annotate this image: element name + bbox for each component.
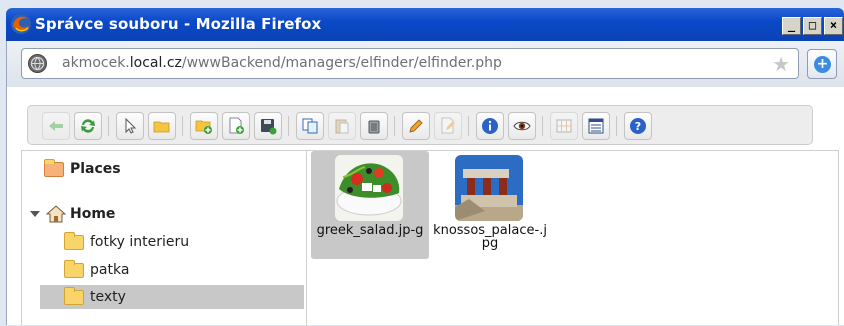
info-button[interactable] bbox=[476, 112, 504, 140]
tree-item-places[interactable]: Places bbox=[44, 157, 121, 181]
new-folder-icon bbox=[195, 120, 212, 134]
rename-button[interactable] bbox=[402, 112, 430, 140]
reload-icon bbox=[81, 119, 95, 133]
maximize-button[interactable]: □ bbox=[803, 17, 822, 35]
home-icon bbox=[46, 205, 66, 223]
list-view-button[interactable] bbox=[582, 112, 610, 140]
cursor-icon bbox=[125, 117, 137, 134]
greek-salad-thumbnail bbox=[335, 155, 403, 221]
eye-icon bbox=[513, 121, 531, 131]
copy-icon bbox=[302, 118, 318, 134]
url-input[interactable]: akmocek.local.cz/wwwBackend/managers/elf… bbox=[21, 48, 799, 79]
list-view-icon bbox=[588, 118, 604, 134]
delete-icon bbox=[368, 120, 380, 134]
tree-item-home[interactable]: Home bbox=[30, 202, 115, 226]
tree-item-patka[interactable]: patka bbox=[64, 258, 129, 282]
paste-button[interactable] bbox=[328, 112, 356, 140]
new-folder-button[interactable] bbox=[190, 112, 218, 140]
file-name: knossos_palace-.jpg bbox=[433, 223, 547, 251]
tree-item-fotky-interieru[interactable]: fotky interieru bbox=[64, 230, 189, 254]
file-name: greek_salad.jp-g bbox=[316, 223, 424, 238]
icons-view-icon bbox=[556, 119, 572, 133]
open-folder-icon bbox=[153, 121, 170, 133]
help-icon: ? bbox=[630, 118, 646, 134]
elfinder-toolbar: ? bbox=[27, 105, 813, 145]
edit-button[interactable] bbox=[434, 112, 462, 140]
new-file-icon bbox=[229, 117, 244, 134]
folder-label: texty bbox=[90, 289, 126, 305]
back-button[interactable] bbox=[42, 112, 70, 140]
knossos-palace-thumbnail bbox=[455, 155, 523, 221]
folder-icon bbox=[64, 259, 84, 278]
page-content: ? Places Home fotky interieru patka text… bbox=[6, 87, 844, 326]
icons-view-button[interactable] bbox=[550, 112, 578, 140]
save-icon bbox=[261, 119, 277, 135]
svg-text:?: ? bbox=[635, 120, 641, 133]
globe-icon[interactable] bbox=[28, 54, 47, 73]
file-item-knossos-palace[interactable]: knossos_palace-.jpg bbox=[431, 151, 549, 259]
close-button[interactable]: × bbox=[824, 17, 843, 35]
pencil-icon bbox=[409, 119, 423, 133]
search-engine-button[interactable]: + bbox=[807, 49, 837, 79]
minimize-button[interactable]: _ bbox=[782, 17, 801, 35]
places-folder-icon bbox=[44, 158, 64, 177]
file-item-greek-salad[interactable]: greek_salad.jp-g bbox=[311, 151, 429, 259]
upload-button[interactable] bbox=[254, 112, 282, 140]
file-grid: greek_salad.jp-g knossos_palace-.jpg bbox=[307, 151, 839, 326]
preview-button[interactable] bbox=[508, 112, 536, 140]
folder-tree: Places Home fotky interieru patka texty bbox=[22, 151, 307, 326]
url-prefix: akmocek. bbox=[62, 55, 130, 71]
bookmark-star-icon[interactable]: ★ bbox=[772, 52, 790, 76]
search-engine-icon: + bbox=[814, 56, 831, 73]
places-label: Places bbox=[70, 161, 121, 177]
url-path: /wwwBackend/managers/elfinder/elfinder.p… bbox=[181, 55, 502, 71]
folder-label: fotky interieru bbox=[90, 234, 190, 250]
folder-icon bbox=[64, 286, 84, 305]
open-button[interactable] bbox=[148, 112, 176, 140]
back-icon bbox=[49, 121, 63, 131]
firefox-logo-icon bbox=[11, 14, 31, 34]
delete-button[interactable] bbox=[360, 112, 388, 140]
elfinder-main: Places Home fotky interieru patka texty bbox=[21, 150, 839, 326]
window-title: Správce souboru - Mozilla Firefox bbox=[35, 15, 322, 33]
home-label: Home bbox=[70, 206, 116, 222]
copy-button[interactable] bbox=[296, 112, 324, 140]
window-titlebar[interactable]: Správce souboru - Mozilla Firefox _ □ × bbox=[6, 8, 844, 41]
reload-button[interactable] bbox=[74, 112, 102, 140]
url-domain: local.cz bbox=[129, 55, 182, 71]
select-button[interactable] bbox=[116, 112, 144, 140]
info-icon bbox=[482, 118, 498, 134]
new-file-button[interactable] bbox=[222, 112, 250, 140]
help-button[interactable]: ? bbox=[624, 112, 652, 140]
edit-icon bbox=[441, 117, 455, 134]
navigation-bar: akmocek.local.cz/wwwBackend/managers/elf… bbox=[6, 41, 844, 87]
paste-icon bbox=[335, 119, 349, 134]
url-text: akmocek.local.cz/wwwBackend/managers/elf… bbox=[62, 55, 502, 71]
folder-icon bbox=[64, 231, 84, 250]
tree-item-texty[interactable]: texty bbox=[40, 285, 304, 309]
folder-label: patka bbox=[90, 262, 130, 278]
collapse-arrow-icon[interactable] bbox=[30, 211, 40, 217]
